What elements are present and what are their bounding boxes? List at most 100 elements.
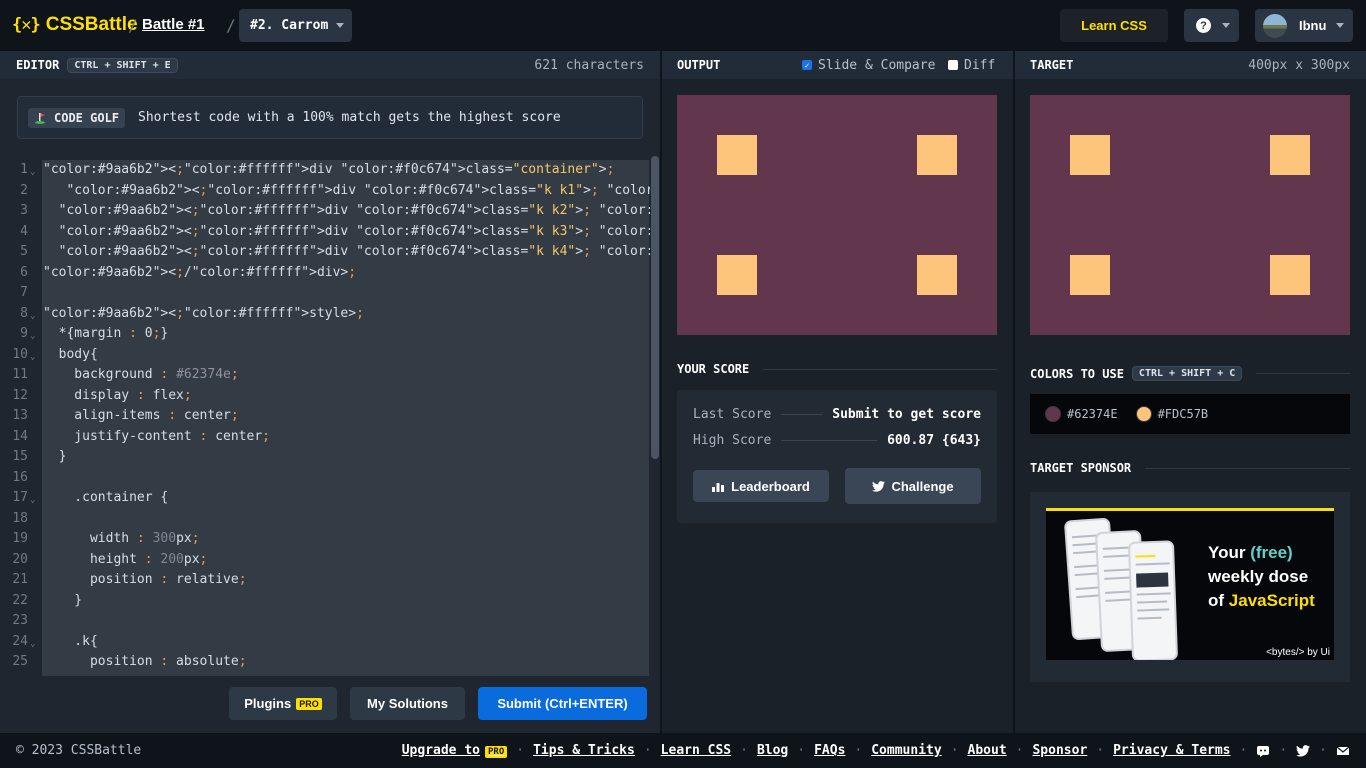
code-line[interactable]: 23 [0, 611, 650, 631]
code-line[interactable]: 15 } [0, 447, 650, 467]
line-number: 18 [12, 510, 28, 526]
carrom-square [917, 135, 957, 175]
code-line[interactable]: 5 "color:#9aa6b2"><;"color:#ffffff">div … [0, 242, 650, 262]
fold-icon[interactable]: ⌄ [30, 306, 35, 326]
colors-title: COLORS TO USE [1030, 366, 1124, 381]
code-line[interactable]: 1 ⌄ "color:#9aa6b2"><;"color:#ffffff">div … [0, 160, 650, 180]
line-number: 7 [20, 285, 28, 300]
char-count: 621 characters [534, 57, 644, 73]
fold-icon[interactable]: ⌄ [30, 162, 35, 182]
footer-separator: · [740, 743, 748, 758]
code-line[interactable]: 22 } [0, 591, 650, 611]
battle-link[interactable]: Battle #1 [142, 16, 205, 33]
code-line[interactable]: 4 "color:#9aa6b2"><;"color:#ffffff">div … [0, 222, 650, 242]
code-line[interactable]: 21 position : relative; [0, 570, 650, 590]
footer-link-blog[interactable]: Blog [757, 743, 788, 758]
footer-link-about[interactable]: About [968, 743, 1007, 758]
code-line[interactable]: 16 [0, 468, 650, 488]
line-number: 2 [20, 182, 28, 198]
footer-separator: · [1096, 743, 1105, 758]
leaderboard-button[interactable]: Leaderboard [693, 470, 829, 502]
color-swatch[interactable]: #FDC57B [1135, 406, 1209, 422]
discord-icon[interactable] [1256, 744, 1270, 758]
ad-js-text: JavaScript [1228, 591, 1315, 610]
chevron-down-icon [1222, 23, 1230, 28]
level-select[interactable]: #2. Carrom [239, 9, 352, 42]
editor-scrollbar[interactable] [651, 156, 659, 459]
code-text: .container { [43, 490, 169, 505]
fold-icon[interactable]: ⌄ [30, 490, 35, 510]
line-number: 16 [12, 469, 28, 485]
code-line[interactable]: 10 ⌄ body{ [0, 345, 650, 365]
mail-icon[interactable] [1336, 744, 1350, 758]
target-size: 400px x 300px [1248, 57, 1350, 73]
color-swatch[interactable]: #62374E [1045, 406, 1118, 422]
plugins-button[interactable]: Plugins PRO [229, 687, 337, 720]
footer-link-sponsor[interactable]: Sponsor [1032, 743, 1087, 758]
footer-link-community[interactable]: Community [871, 743, 941, 758]
user-menu-button[interactable]: Ibnu [1255, 9, 1353, 42]
code-line[interactable]: 24 ⌄ .k{ [0, 632, 650, 652]
code-line[interactable]: 14 justify-content : center; [0, 427, 650, 447]
logo-text: CSSBattle [45, 14, 138, 35]
target-canvas[interactable] [1030, 95, 1350, 335]
color-code: #FDC57B [1157, 407, 1209, 421]
code-text: "color:#9aa6b2"><;"color:#ffffff">div "c… [43, 162, 615, 177]
twitter-icon[interactable] [1296, 744, 1311, 758]
checkbox-checked-icon[interactable]: ✓ [802, 60, 812, 70]
code-line[interactable]: 7 [0, 283, 650, 303]
challenge-label: Challenge [891, 478, 954, 494]
code-line[interactable]: 2 "color:#9aa6b2"><;"color:#ffffff">div … [0, 181, 650, 201]
code-line[interactable]: 11 background : #62374e; [0, 365, 650, 385]
checkbox-unchecked-icon[interactable] [948, 60, 958, 70]
line-number: 12 [12, 387, 28, 403]
code-line[interactable]: 25 position : absolute; [0, 652, 650, 672]
code-line[interactable]: 17 ⌄ .container { [0, 488, 650, 508]
code-text: *{margin : 0;} [43, 326, 169, 341]
sponsor-ad[interactable]: Your (free) weekly dose of JavaScript <b… [1046, 508, 1334, 660]
upgrade-link[interactable]: Upgrade to PRO [402, 743, 508, 758]
color-dot [1135, 406, 1152, 422]
code-line[interactable]: 18 [0, 509, 650, 529]
code-line[interactable]: 8 ⌄ "color:#9aa6b2"><;"color:#ffffff">styl… [0, 304, 650, 324]
code-line[interactable]: 12 display : flex; [0, 386, 650, 406]
line-number: 14 [12, 428, 28, 444]
code-line[interactable]: 13 align-items : center; [0, 406, 650, 426]
cssbattle-logo[interactable]: {✕} CSSBattle [12, 14, 138, 36]
ad-brand: <bytes/> by Ui [1266, 647, 1330, 658]
help-menu-button[interactable]: ? [1184, 9, 1239, 42]
footer-link-faqs[interactable]: FAQs [814, 743, 845, 758]
line-number: 8 [20, 305, 28, 321]
footer-link-tips[interactable]: Tips & Tricks [533, 743, 635, 758]
learn-css-button[interactable]: Learn CSS [1060, 9, 1168, 42]
ad-headline: Your (free) weekly dose of JavaScript [1208, 541, 1315, 613]
code-line[interactable]: 19 width : 300px; [0, 529, 650, 549]
line-number: 24 [12, 633, 28, 649]
footer-link-privacy[interactable]: Privacy & Terms [1113, 743, 1230, 758]
fold-icon[interactable]: ⌄ [30, 326, 35, 346]
footer-separator: · [797, 743, 806, 758]
slide-compare-toggle[interactable]: ✓ Slide & Compare [802, 58, 935, 73]
line-number: 4 [20, 223, 28, 239]
ad-line: of [1208, 591, 1229, 610]
code-area[interactable]: 1 ⌄ "color:#9aa6b2"><;"color:#ffffff">div … [0, 160, 650, 676]
my-solutions-button[interactable]: My Solutions [350, 687, 465, 720]
sponsor-title: TARGET SPONSOR [1030, 461, 1132, 475]
code-line[interactable]: 6 "color:#9aa6b2"><;/"color:#ffffff">div>… [0, 263, 650, 283]
code-line[interactable]: 9 ⌄ *{margin : 0;} [0, 324, 650, 344]
challenge-button[interactable]: Challenge [845, 468, 981, 504]
output-canvas[interactable] [677, 95, 997, 335]
code-text: "color:#9aa6b2"><;"color:#ffffff">style>… [43, 305, 364, 321]
code-text: "color:#9aa6b2"><;/"color:#ffffff">div>; [43, 264, 357, 280]
high-score-row: High Score 600.87 {643} [693, 430, 981, 450]
leaderboard-label: Leaderboard [731, 478, 810, 494]
line-number: 6 [20, 264, 28, 280]
chevron-down-icon [1336, 23, 1344, 28]
code-line[interactable]: 3 "color:#9aa6b2"><;"color:#ffffff">div … [0, 201, 650, 221]
footer-link-learn-css[interactable]: Learn CSS [661, 743, 731, 758]
diff-toggle[interactable]: Diff [948, 58, 995, 73]
fold-icon[interactable]: ⌄ [30, 347, 35, 367]
submit-button[interactable]: Submit (Ctrl+ENTER) [478, 687, 647, 720]
code-line[interactable]: 20 height : 200px; [0, 550, 650, 570]
fold-icon[interactable]: ⌄ [30, 634, 35, 654]
